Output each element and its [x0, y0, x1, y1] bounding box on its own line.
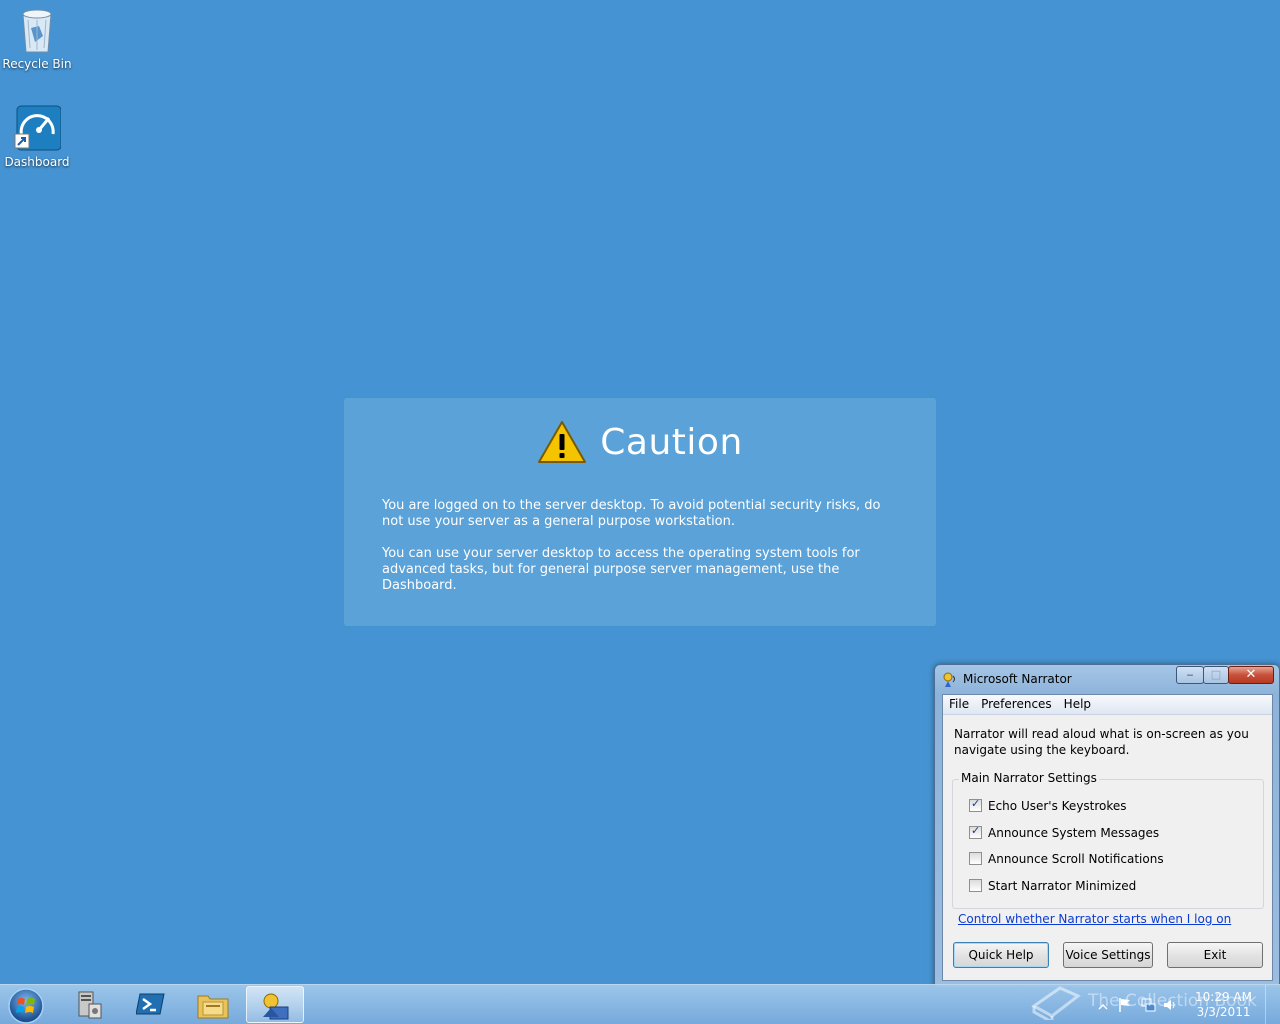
checkmark-icon: ✓	[971, 797, 981, 810]
checkbox-box[interactable]	[969, 852, 982, 865]
exit-button[interactable]: Exit	[1167, 942, 1263, 968]
start-button[interactable]	[6, 987, 46, 1024]
taskbar-server-manager[interactable]	[60, 986, 118, 1023]
warning-icon	[538, 421, 587, 463]
checkbox-echo-keystrokes[interactable]: ✓ Echo User's Keystrokes	[969, 797, 1127, 815]
file-explorer-icon	[197, 995, 229, 1019]
menu-bar: File Preferences Help	[943, 695, 1272, 715]
window-title: Microsoft Narrator	[963, 672, 1072, 686]
checkbox-start-minimized[interactable]: Start Narrator Minimized	[969, 879, 1136, 895]
narrator-description: Narrator will read aloud what is on-scre…	[954, 727, 1249, 757]
taskbar-file-explorer[interactable]	[184, 986, 242, 1023]
narrator-titlebar[interactable]: Microsoft Narrator ‒ □ ✕	[935, 665, 1279, 693]
recycle-bin-icon	[22, 9, 52, 53]
checkbox-box[interactable]: ✓	[969, 797, 982, 812]
watermark-text: The Collection Book	[1088, 991, 1257, 1011]
menu-help[interactable]: Help	[1058, 695, 1097, 714]
caution-panel: Caution You are logged on to the server …	[344, 398, 936, 626]
server-manager-icon	[78, 991, 102, 1019]
group-title: Main Narrator Settings	[959, 771, 1099, 785]
checkmark-icon: ✓	[971, 824, 981, 837]
narrator-icon	[263, 993, 289, 1020]
menu-preferences[interactable]: Preferences	[975, 695, 1058, 714]
desktop-icon-label: Recycle Bin	[2, 57, 72, 71]
checkbox-label: Echo User's Keystrokes	[988, 799, 1127, 813]
show-desktop-button[interactable]	[1265, 985, 1280, 1024]
startup-settings-link[interactable]: Control whether Narrator starts when I l…	[958, 912, 1231, 926]
caution-paragraph-2: You can use your server desktop to acces…	[382, 546, 860, 593]
caution-paragraph-1: You are logged on to the server desktop.…	[382, 498, 881, 529]
taskbar-powershell[interactable]	[122, 986, 180, 1023]
checkbox-announce-scroll[interactable]: Announce Scroll Notifications	[969, 852, 1164, 868]
checkbox-label: Announce System Messages	[988, 826, 1160, 840]
desktop-icon-dashboard[interactable]: Dashboard	[0, 104, 74, 169]
minimize-button[interactable]: ‒	[1176, 666, 1204, 684]
book-logo-icon	[1031, 986, 1081, 1024]
dashboard-icon	[14, 105, 61, 151]
narrator-app-icon	[943, 672, 955, 687]
desktop-icon-recycle-bin[interactable]: Recycle Bin	[0, 6, 74, 71]
quick-help-button[interactable]: Quick Help	[953, 942, 1049, 968]
checkbox-label: Start Narrator Minimized	[988, 879, 1137, 893]
caution-title-row: Caution	[344, 420, 936, 464]
checkbox-box[interactable]	[969, 879, 982, 892]
checkbox-box[interactable]: ✓	[969, 824, 982, 839]
checkbox-label: Announce Scroll Notifications	[988, 852, 1164, 866]
desktop-icon-label: Dashboard	[4, 155, 70, 169]
narrator-window: Microsoft Narrator ‒ □ ✕ File Preferences…	[934, 664, 1280, 988]
checkbox-announce-system-messages[interactable]: ✓ Announce System Messages	[969, 824, 1160, 842]
powershell-icon	[135, 993, 165, 1015]
narrator-client-area: File Preferences Help Narrator will read a…	[942, 694, 1273, 981]
taskbar-narrator[interactable]	[246, 986, 304, 1023]
main-settings-group: Main Narrator Settings ✓ Echo User's Keys…	[952, 771, 1264, 909]
caution-title: Caution	[600, 421, 743, 463]
maximize-button[interactable]: □	[1203, 666, 1229, 684]
close-button[interactable]: ✕	[1228, 666, 1274, 684]
watermark: The Collection Book	[1030, 982, 1257, 1024]
windows-start-icon	[8, 988, 44, 1024]
menu-file[interactable]: File	[943, 695, 975, 714]
voice-settings-button[interactable]: Voice Settings	[1063, 942, 1153, 968]
